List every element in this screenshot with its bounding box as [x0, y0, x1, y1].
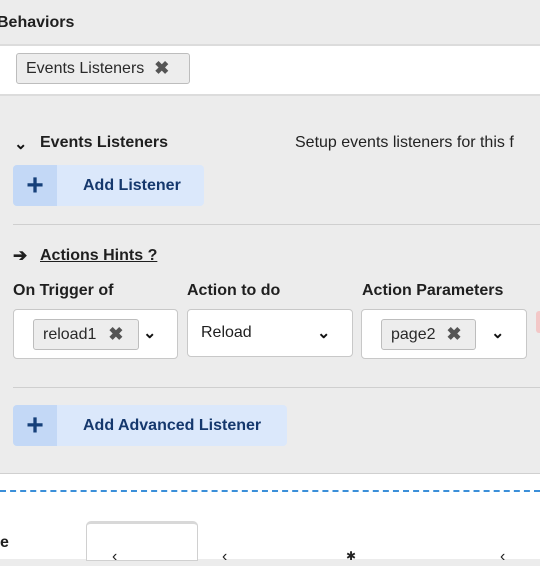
divider [13, 224, 540, 225]
close-icon[interactable]: ✖ [108, 324, 123, 345]
bottom-label: e [0, 534, 9, 551]
plus-icon: + [13, 165, 57, 206]
gear-icon: ✱ [346, 549, 357, 563]
column-header-trigger: On Trigger of [13, 282, 114, 299]
arrow-right-icon: ➔ [13, 246, 28, 265]
drop-zone-border [0, 490, 540, 492]
chevron-down-icon[interactable]: ⌄ [491, 323, 504, 343]
chevron-down-icon[interactable]: ⌄ [143, 323, 156, 343]
add-advanced-listener-label: Add Advanced Listener [83, 416, 262, 434]
events-listeners-title: Events Listeners [40, 134, 169, 151]
tag-label: page2 [391, 325, 436, 343]
close-icon[interactable]: ✖ [154, 58, 169, 79]
actions-hints-link[interactable]: Actions Hints ? [40, 247, 157, 265]
tab-active[interactable] [86, 521, 198, 561]
chevron-down-icon[interactable]: ⌄ [14, 134, 27, 154]
tab-icon: ‹ [500, 548, 506, 565]
behaviors-header [0, 0, 540, 44]
column-header-action: Action to do [187, 282, 281, 299]
close-icon[interactable]: ✖ [447, 324, 462, 345]
column-header-parameters: Action Parameters [362, 282, 504, 299]
tag-events-listeners[interactable]: Events Listeners ✖ [16, 53, 190, 84]
tab-icon: ‹ [222, 548, 228, 565]
tag-page2[interactable]: page2 ✖ [381, 319, 476, 350]
chevron-down-icon[interactable]: ⌄ [317, 323, 330, 343]
section-title: Behaviors [0, 14, 75, 31]
add-listener-label: Add Listener [83, 176, 181, 194]
divider [13, 387, 540, 388]
add-advanced-listener-button[interactable]: + Add Advanced Listener [13, 405, 287, 446]
events-description: Setup events listeners for this f [295, 134, 514, 151]
tab-icon: ‹ [112, 548, 118, 565]
action-value: Reload [201, 324, 252, 341]
plus-icon: + [13, 405, 57, 446]
remove-row-button[interactable] [536, 311, 540, 333]
add-listener-button[interactable]: + Add Listener [13, 165, 204, 206]
tag-reload1[interactable]: reload1 ✖ [33, 319, 139, 350]
tag-label: Events Listeners [26, 59, 145, 77]
tag-label: reload1 [43, 325, 97, 343]
bottom-panel [0, 473, 540, 559]
